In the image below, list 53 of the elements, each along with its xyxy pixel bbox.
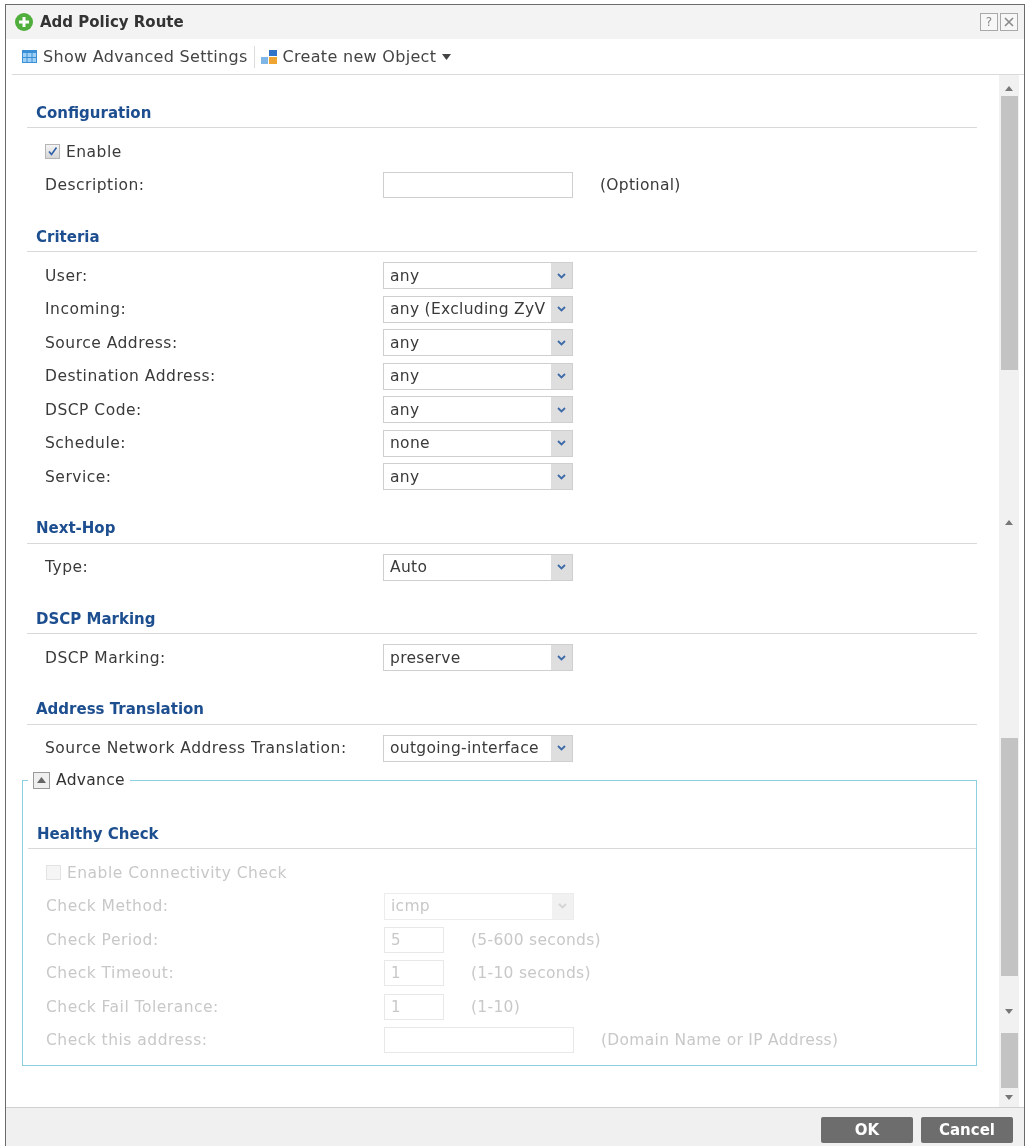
dropdown[interactable]: any bbox=[383, 463, 573, 491]
section-heading: Configuration bbox=[36, 103, 152, 122]
fieldset-legend: Advance bbox=[56, 771, 125, 789]
section-heading: Healthy Check bbox=[37, 824, 159, 843]
scrollbar-thumb[interactable] bbox=[1001, 96, 1018, 370]
field-label: Source Network Address Translation: bbox=[45, 739, 348, 758]
close-button[interactable] bbox=[1000, 13, 1018, 31]
dropdown[interactable]: none bbox=[383, 429, 573, 457]
field-label: DSCP Marking: bbox=[45, 648, 167, 667]
field-label: Destination Address: bbox=[45, 367, 217, 386]
dropdown[interactable]: any bbox=[383, 262, 573, 290]
dropdown[interactable]: preserve bbox=[383, 644, 573, 672]
hint-text: (Optional) bbox=[600, 176, 681, 195]
field-label: Incoming: bbox=[45, 300, 128, 319]
checkbox[interactable] bbox=[45, 144, 60, 160]
dropdown[interactable]: any bbox=[383, 329, 573, 357]
scroll-down-arrow-icon[interactable] bbox=[1005, 1009, 1013, 1014]
check-icon bbox=[47, 146, 58, 158]
collapse-icon[interactable] bbox=[33, 771, 50, 789]
scrollbar-thumb[interactable] bbox=[1001, 738, 1018, 976]
section-heading: DSCP Marking bbox=[36, 609, 156, 628]
dropdown[interactable]: any bbox=[383, 396, 573, 424]
section-heading: Criteria bbox=[36, 227, 100, 246]
grid-icon bbox=[22, 50, 37, 63]
toolbar-button[interactable]: Create new Object bbox=[254, 42, 458, 71]
field-label: DSCP Code: bbox=[45, 400, 143, 419]
dropdown[interactable]: any (Excluding ZyV bbox=[383, 295, 573, 323]
tiles-icon bbox=[260, 49, 277, 64]
section-heading: Address Translation bbox=[36, 700, 204, 718]
field-label: Service: bbox=[45, 467, 113, 486]
field-label: Type: bbox=[45, 558, 90, 577]
field-label: User: bbox=[45, 266, 89, 285]
caret-down-icon bbox=[442, 53, 452, 60]
scroll-up-arrow-icon[interactable] bbox=[1005, 520, 1013, 525]
action-button[interactable]: Cancel bbox=[921, 1117, 1013, 1143]
scrollbar-track[interactable] bbox=[999, 75, 1019, 1107]
scrollbar-thumb[interactable] bbox=[1001, 1033, 1018, 1088]
scroll-down-arrow-icon[interactable] bbox=[1005, 1095, 1013, 1100]
scroll-up-arrow-icon[interactable] bbox=[1005, 86, 1013, 91]
dropdown[interactable]: Auto bbox=[383, 553, 573, 581]
close-icon bbox=[1004, 17, 1014, 27]
input-field[interactable] bbox=[383, 172, 573, 199]
field-label: Source Address: bbox=[45, 333, 179, 352]
dropdown[interactable]: outgoing-interface bbox=[383, 734, 573, 762]
plus-circle-icon bbox=[15, 13, 33, 31]
action-button[interactable]: OK bbox=[821, 1117, 913, 1143]
field-label: Description: bbox=[45, 176, 146, 195]
section-heading: Next-Hop bbox=[36, 519, 116, 537]
field-label: Schedule: bbox=[45, 434, 127, 453]
dropdown[interactable]: any bbox=[383, 362, 573, 390]
toolbar-button[interactable]: Show Advanced Settings bbox=[16, 42, 254, 71]
window-title: Add Policy Route bbox=[40, 13, 184, 31]
checkbox-label: Enable bbox=[66, 142, 122, 161]
